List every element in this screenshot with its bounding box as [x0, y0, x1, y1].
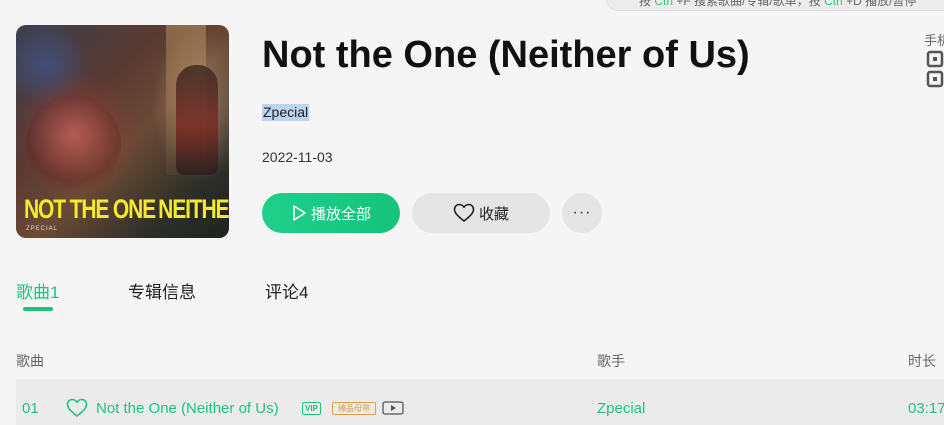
play-icon [291, 204, 307, 222]
more-options-button[interactable]: ··· [562, 193, 602, 233]
play-all-label: 播放全部 [310, 205, 371, 223]
favorite-button[interactable]: 收藏 [412, 193, 550, 233]
track-name[interactable]: Not the One (Neither of Us) [96, 400, 279, 417]
phone-hint: 手机 [924, 33, 944, 48]
more-icon: ··· [572, 204, 592, 221]
track-duration: 03:17 [908, 400, 944, 417]
tab-comments[interactable]: 评论4 [265, 278, 308, 303]
column-header-duration: 时长 [908, 353, 936, 369]
hint-key-1: Ctrl [654, 0, 674, 8]
cover-title-text: NOT THE ONENEITHER OF US [24, 194, 229, 224]
favorite-label: 收藏 [478, 205, 509, 223]
cover-artist-text: ZPECIAL [26, 226, 59, 232]
release-date: 2022-11-03 [262, 149, 333, 165]
tab-songs[interactable]: 歌曲1 [16, 278, 59, 303]
shortcut-hint-banner: 按 Ctrl +F 搜索歌曲/专辑/歌单，按 Ctrl +D 播放/暂停 [606, 0, 944, 11]
album-cover[interactable]: NOT THE ONENEITHER OF US ZPECIAL [16, 25, 229, 238]
column-header-song: 歌曲 [16, 353, 44, 369]
heart-outline-icon[interactable] [66, 398, 88, 423]
artist-link[interactable]: Zpecial [262, 104, 310, 121]
hint-prefix: 按 [639, 0, 652, 8]
cover-face-blur [26, 95, 121, 195]
active-tab-indicator [23, 307, 53, 311]
track-singer[interactable]: Zpecial [597, 400, 645, 417]
tab-album-info[interactable]: 专辑信息 [128, 278, 196, 303]
qr-code-icon[interactable] [926, 50, 944, 95]
heart-icon [453, 203, 475, 223]
vip-badge: VIP [302, 402, 321, 415]
hint-text-2: +D 播放/暂停 [846, 0, 917, 8]
column-header-singer: 歌手 [597, 353, 625, 369]
hint-text-1: +F 搜索歌曲/专辑/歌单，按 [676, 0, 821, 8]
album-title: Not the One (Neither of Us) [262, 34, 750, 76]
cover-figure [176, 65, 218, 175]
master-quality-badge: 臻品母带 [332, 402, 376, 415]
play-all-button[interactable]: 播放全部 [262, 193, 400, 233]
mv-play-icon[interactable] [382, 401, 404, 420]
track-index: 01 [22, 400, 39, 417]
hint-key-2: Ctrl [824, 0, 843, 8]
table-row[interactable]: 01 Not the One (Neither of Us) VIP 臻品母带 … [16, 379, 944, 425]
